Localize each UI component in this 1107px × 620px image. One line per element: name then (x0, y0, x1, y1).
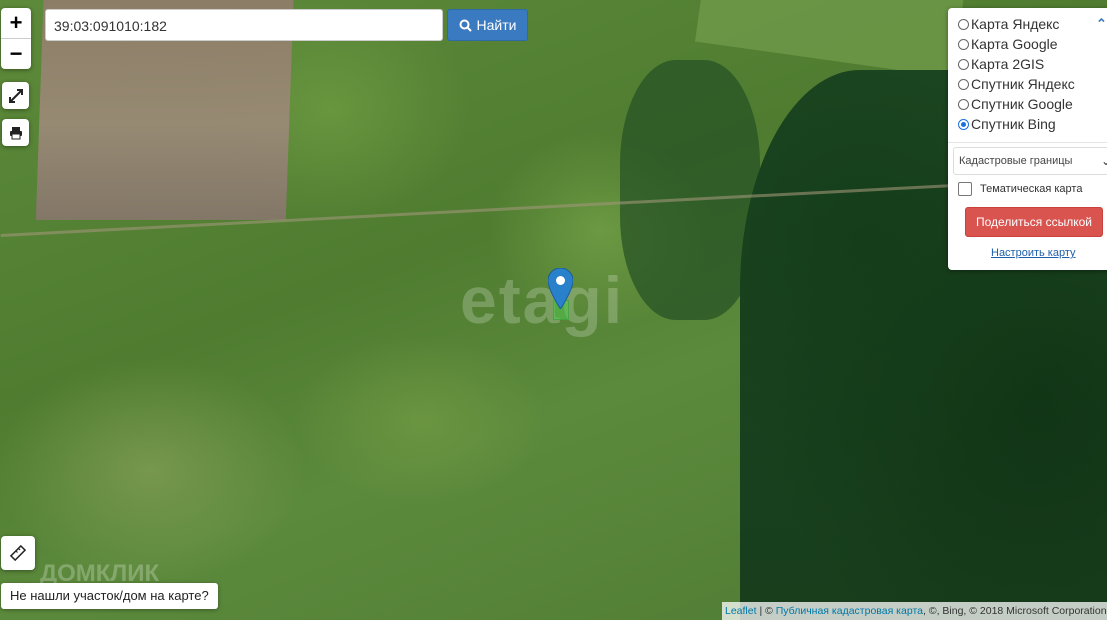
divider (948, 142, 1107, 143)
ruler-button[interactable] (1, 536, 35, 570)
thematic-map-label: Тематическая карта (980, 183, 1083, 195)
layer-label: Карта Google (971, 36, 1058, 52)
leaflet-link[interactable]: Leaflet (725, 605, 757, 617)
layer-options: Карта Яндекс Карта Google Карта 2GIS Спу… (958, 14, 1107, 134)
search-button-label: Найти (476, 17, 517, 33)
share-link-button[interactable]: Поделиться ссылкой (965, 207, 1103, 237)
layer-option-yandex-satellite[interactable]: Спутник Яндекс (958, 74, 1107, 94)
map-attribution: Leaflet | © Публичная кадастровая карта,… (722, 602, 1107, 620)
layer-option-google-satellite[interactable]: Спутник Google (958, 94, 1107, 114)
thematic-map-toggle[interactable]: Тематическая карта (958, 182, 1107, 196)
cadastral-search-input[interactable]: 39:03:091010:182 (45, 9, 443, 41)
zoom-in-button[interactable]: + (1, 8, 31, 38)
layer-option-bing-satellite[interactable]: Спутник Bing (958, 114, 1107, 134)
tree-cluster (620, 60, 760, 320)
configure-map-link[interactable]: Настроить карту (991, 247, 1107, 259)
radio-button[interactable] (958, 118, 969, 130)
layer-label: Спутник Яндекс (971, 76, 1075, 92)
location-marker-icon[interactable] (548, 268, 573, 309)
satellite-map[interactable]: etagi ДОМКЛИК (0, 0, 1107, 620)
layer-label: Спутник Google (971, 96, 1073, 112)
attribution-separator: | © (756, 605, 776, 617)
cadastral-map-link[interactable]: Публичная кадастровая карта (776, 605, 923, 617)
zoom-out-button[interactable]: − (1, 38, 31, 69)
layer-option-yandex-map[interactable]: Карта Яндекс (958, 14, 1107, 34)
radio-button[interactable] (958, 58, 969, 70)
chevron-up-icon[interactable]: ⌃ (1096, 16, 1107, 32)
attribution-rest: , ©, Bing, © 2018 Microsoft Corporation (923, 605, 1107, 617)
chevron-down-icon: ⌄ (1100, 154, 1107, 168)
layer-option-google-map[interactable]: Карта Google (958, 34, 1107, 54)
radio-button[interactable] (958, 38, 969, 50)
printer-icon (9, 126, 22, 139)
ruler-icon (9, 544, 27, 562)
radio-button[interactable] (958, 78, 969, 90)
thematic-map-checkbox[interactable] (958, 182, 972, 196)
overlay-select-value: Кадастровые границы (959, 155, 1073, 167)
layer-label: Карта 2GIS (971, 56, 1045, 72)
etagi-watermark: etagi (460, 263, 625, 337)
layer-option-2gis-map[interactable]: Карта 2GIS (958, 54, 1107, 74)
radio-button[interactable] (958, 98, 969, 110)
fullscreen-button[interactable] (2, 82, 29, 109)
overlay-select[interactable]: Кадастровые границы ⌄ (953, 147, 1107, 175)
zoom-control: + − (1, 8, 31, 69)
expand-icon (8, 88, 23, 103)
search-button[interactable]: Найти (447, 9, 528, 41)
not-found-link-button[interactable]: Не нашли участок/дом на карте? (1, 583, 218, 609)
meadow-field (695, 0, 965, 78)
layer-switcher-panel: ⌃ Карта Яндекс Карта Google Карта 2GIS С… (948, 8, 1107, 270)
search-icon (459, 19, 472, 32)
layer-label: Карта Яндекс (971, 16, 1060, 32)
radio-button[interactable] (958, 18, 969, 30)
layer-label: Спутник Bing (971, 116, 1056, 132)
print-button[interactable] (2, 119, 29, 146)
